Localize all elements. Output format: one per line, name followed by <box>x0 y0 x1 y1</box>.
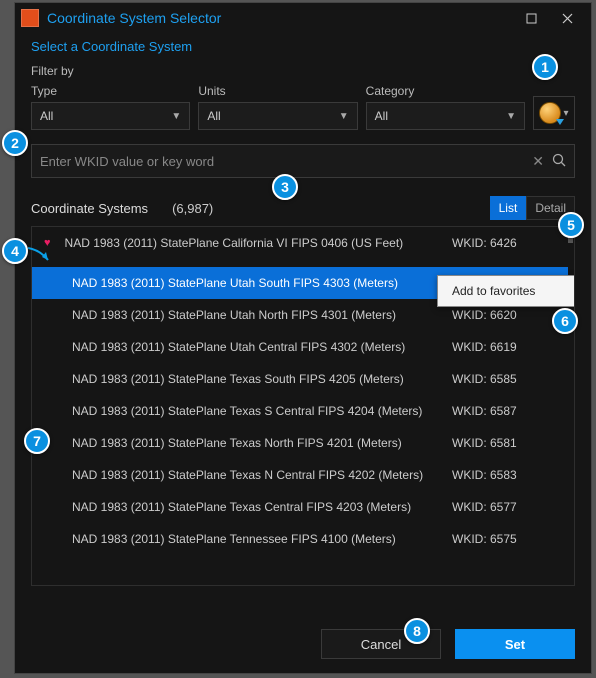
cs-wkid: WKID: 6587 <box>452 404 562 418</box>
list-item[interactable]: NAD 1983 (2011) StatePlane Texas N Centr… <box>32 459 568 491</box>
list-item[interactable]: NAD 1983 (2011) StatePlane Texas North F… <box>32 427 568 459</box>
filter-heading: Filter by <box>31 64 575 78</box>
app-icon <box>21 9 39 27</box>
list-item[interactable]: ♥ NAD 1983 (2011) StatePlane California … <box>32 227 568 259</box>
cs-wkid: WKID: 6426 <box>452 236 562 250</box>
list-item[interactable]: NAD 1983 (2011) StatePlane Utah Central … <box>32 331 568 363</box>
callout-5: 5 <box>558 212 584 238</box>
filter-type-value: All <box>40 109 53 123</box>
cs-name: NAD 1983 (2011) StatePlane Utah Central … <box>72 340 440 354</box>
list-item[interactable]: NAD 1983 (2011) StatePlane Tennessee FIP… <box>32 523 568 555</box>
callout-7: 7 <box>24 428 50 454</box>
cs-name: NAD 1983 (2011) StatePlane Texas South F… <box>72 372 440 386</box>
context-menu: Add to favorites <box>437 275 575 307</box>
coordinate-system-list[interactable]: ♥ NAD 1983 (2011) StatePlane California … <box>31 226 575 586</box>
cs-name: NAD 1983 (2011) StatePlane Texas Central… <box>72 500 440 514</box>
cs-name: NAD 1983 (2011) StatePlane Texas North F… <box>72 436 440 450</box>
filter-type-group: Type All ▼ <box>31 84 190 130</box>
chevron-down-icon: ▼ <box>171 111 181 122</box>
cs-wkid: WKID: 6577 <box>452 500 562 514</box>
list-item[interactable]: NAD 1983 (2011) StatePlane Texas Central… <box>32 491 568 523</box>
list-count: (6,987) <box>172 201 213 216</box>
list-title: Coordinate Systems <box>31 201 148 216</box>
cs-name: NAD 1983 (2011) StatePlane Texas N Centr… <box>72 468 440 482</box>
cs-wkid: WKID: 6581 <box>452 436 562 450</box>
spatial-filter-button[interactable]: ▾ <box>533 96 575 130</box>
globe-icon <box>539 102 561 124</box>
cs-wkid: WKID: 6575 <box>452 532 562 546</box>
list-header: Coordinate Systems (6,987) List Detail <box>31 196 575 220</box>
filter-units-label: Units <box>198 84 357 98</box>
filter-category-group: Category All ▼ <box>366 84 525 130</box>
callout-4: 4 <box>2 238 28 264</box>
callout-8: 8 <box>404 618 430 644</box>
callout-3: 3 <box>272 174 298 200</box>
set-button[interactable]: Set <box>455 629 575 659</box>
filter-units-select[interactable]: All ▼ <box>198 102 357 130</box>
filter-category-value: All <box>375 109 388 123</box>
cs-name: NAD 1983 (2011) StatePlane Utah North FI… <box>72 308 440 322</box>
subtitle: Select a Coordinate System <box>15 33 591 64</box>
callout-1: 1 <box>532 54 558 80</box>
callout-4-arrow-icon <box>26 244 52 266</box>
view-list-button[interactable]: List <box>490 196 527 220</box>
filter-category-select[interactable]: All ▼ <box>366 102 525 130</box>
filter-units-group: Units All ▼ <box>198 84 357 130</box>
coordinate-system-selector-window: Coordinate System Selector Select a Coor… <box>14 2 592 674</box>
list-item[interactable]: NAD 1983 (2011) StatePlane Texas South F… <box>32 363 568 395</box>
chevron-down-icon: ▼ <box>506 111 516 122</box>
cs-wkid: WKID: 6619 <box>452 340 562 354</box>
search-icon[interactable] <box>552 153 566 170</box>
filter-row: Type All ▼ Units All ▼ Category All ▼ <box>31 84 575 130</box>
footer: Cancel Set <box>321 629 575 659</box>
callout-2: 2 <box>2 130 28 156</box>
list-item[interactable]: NAD 1983 (2011) StatePlane Texas S Centr… <box>32 395 568 427</box>
search-input[interactable] <box>40 154 524 169</box>
close-button[interactable] <box>549 4 585 32</box>
chevron-down-icon: ▼ <box>339 111 349 122</box>
clear-icon[interactable]: ✕ <box>532 153 544 170</box>
titlebar: Coordinate System Selector <box>15 3 591 33</box>
content-area: Filter by Type All ▼ Units All ▼ Categor… <box>15 64 591 586</box>
context-menu-add-favorites[interactable]: Add to favorites <box>438 280 575 302</box>
filter-type-label: Type <box>31 84 190 98</box>
cs-name: NAD 1983 (2011) StatePlane Utah South FI… <box>72 276 440 290</box>
cs-wkid: WKID: 6585 <box>452 372 562 386</box>
maximize-button[interactable] <box>513 4 549 32</box>
close-icon <box>562 13 573 24</box>
cs-name: NAD 1983 (2011) StatePlane California VI… <box>65 236 440 250</box>
chevron-down-icon: ▾ <box>563 108 568 119</box>
cs-wkid: WKID: 6583 <box>452 468 562 482</box>
maximize-icon <box>526 13 537 24</box>
window-title: Coordinate System Selector <box>47 10 513 26</box>
filter-category-label: Category <box>366 84 525 98</box>
cs-name: NAD 1983 (2011) StatePlane Texas S Centr… <box>72 404 440 418</box>
filter-units-value: All <box>207 109 220 123</box>
callout-6: 6 <box>552 308 578 334</box>
cs-name: NAD 1983 (2011) StatePlane Tennessee FIP… <box>72 532 440 546</box>
cs-wkid: WKID: 6620 <box>452 308 562 322</box>
search-bar: ✕ <box>31 144 575 178</box>
filter-type-select[interactable]: All ▼ <box>31 102 190 130</box>
